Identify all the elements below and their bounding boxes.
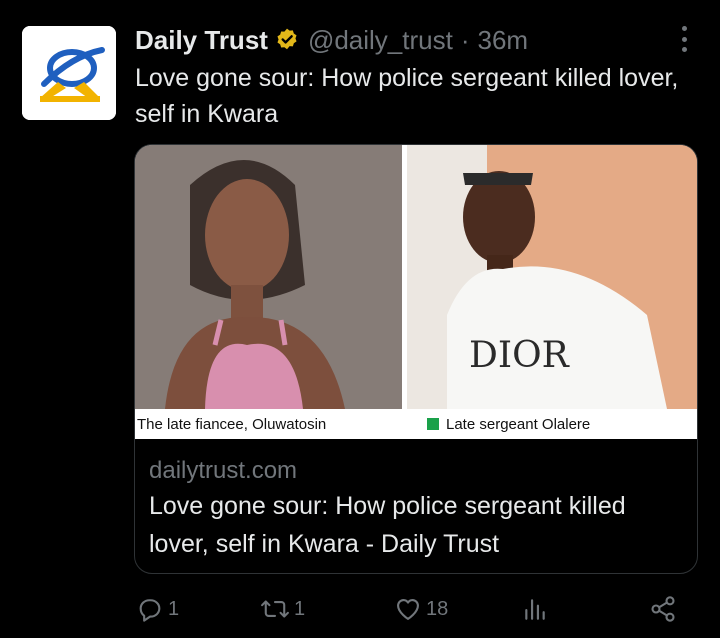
reply-button[interactable]: 1 [136,592,179,626]
caption-man: Late sergeant Olalere [427,409,590,439]
link-card[interactable]: DIOR The late fiancee, Oluwatosin Late s… [134,144,698,574]
reply-icon [139,599,161,622]
retweet-icon [261,600,289,618]
action-bar: 1 1 18 [0,592,720,626]
more-options-icon[interactable] [672,26,696,52]
like-button[interactable]: 18 [394,592,448,626]
daily-trust-logo-icon [22,26,116,120]
analytics-icon [525,599,545,620]
green-square-icon [427,418,439,430]
caption-man-text: Late sergeant Olalere [446,415,591,433]
author-name[interactable]: Daily Trust [135,25,268,56]
retweet-button[interactable]: 1 [260,592,305,626]
shirt-print: DIOR [469,335,570,376]
author-handle[interactable]: @daily_trust [308,25,453,56]
retweet-count: 1 [294,597,306,620]
caption-woman: The late fiancee, Oluwatosin [137,415,327,433]
verified-badge-icon [274,27,300,53]
tweet-header: Daily Trust @daily_trust · 36m [135,22,528,58]
photo-woman [135,145,402,409]
card-title: Love gone sour: How police sergeant kill… [149,492,626,558]
tweet-text: Love gone sour: How police sergeant kill… [135,64,679,128]
like-icon [397,598,419,620]
card-image[interactable]: DIOR The late fiancee, Oluwatosin Late s… [135,145,697,439]
tweet-time[interactable]: 36m [478,25,529,56]
photo-man: DIOR [407,145,697,409]
reply-count: 1 [168,597,180,620]
tweet[interactable]: Daily Trust @daily_trust · 36m Love gone… [0,0,720,638]
card-domain: dailytrust.com [149,457,298,484]
header-separator: · [460,24,470,55]
share-icon [651,596,675,622]
analytics-button[interactable] [522,592,548,626]
share-button[interactable] [649,592,677,626]
avatar[interactable] [22,26,116,120]
like-count: 18 [426,597,449,620]
